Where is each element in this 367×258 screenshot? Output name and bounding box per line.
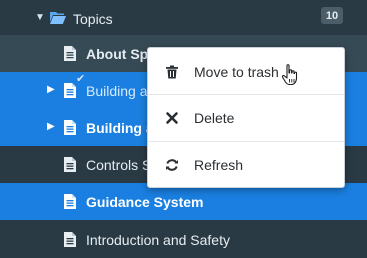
menu-item-move-to-trash[interactable]: Move to trash bbox=[148, 50, 344, 94]
document-icon bbox=[64, 46, 76, 61]
refresh-icon bbox=[166, 159, 178, 171]
menu-separator bbox=[148, 94, 344, 95]
menu-item-refresh[interactable]: Refresh bbox=[148, 143, 344, 187]
menu-item-label: Move to trash bbox=[194, 64, 279, 80]
close-icon bbox=[166, 112, 178, 124]
tree-item-introduction[interactable]: Introduction and Safety bbox=[0, 221, 367, 258]
tree-item-label: Building a bbox=[86, 119, 154, 136]
menu-item-label: Refresh bbox=[194, 157, 244, 173]
document-icon bbox=[64, 232, 76, 247]
document-icon bbox=[64, 194, 76, 209]
document-icon bbox=[64, 83, 76, 98]
document-icon bbox=[64, 120, 76, 135]
menu-separator bbox=[148, 141, 344, 142]
trash-icon bbox=[166, 65, 178, 79]
menu-item-delete[interactable]: Delete bbox=[148, 96, 344, 140]
caret-right-icon[interactable]: ▶ bbox=[47, 84, 55, 95]
menu-item-label: Delete bbox=[194, 110, 235, 126]
context-menu: Move to trash Delete Refresh bbox=[147, 47, 345, 188]
caret-down-icon[interactable]: ▼ bbox=[35, 12, 45, 23]
document-icon bbox=[64, 157, 76, 172]
tree-root-topics[interactable]: ▼ Topics 10 bbox=[0, 0, 367, 37]
hand-cursor-icon bbox=[281, 64, 298, 86]
tree-item-label: Guidance System bbox=[86, 193, 204, 210]
tree-item-label: Controls S bbox=[86, 156, 152, 173]
tree-item-label: About Spa bbox=[86, 45, 156, 62]
caret-right-icon[interactable]: ▶ bbox=[47, 121, 55, 132]
topic-count-badge: 10 bbox=[321, 7, 343, 24]
tree-item-label: Introduction and Safety bbox=[86, 231, 230, 248]
checkmark-icon: ✔ bbox=[76, 73, 86, 85]
tree-root-label: Topics bbox=[73, 10, 113, 27]
tree-item-label: Building a bbox=[86, 82, 148, 99]
folder-open-icon bbox=[50, 12, 66, 24]
tree-item-guidance[interactable]: Guidance System bbox=[0, 183, 367, 220]
